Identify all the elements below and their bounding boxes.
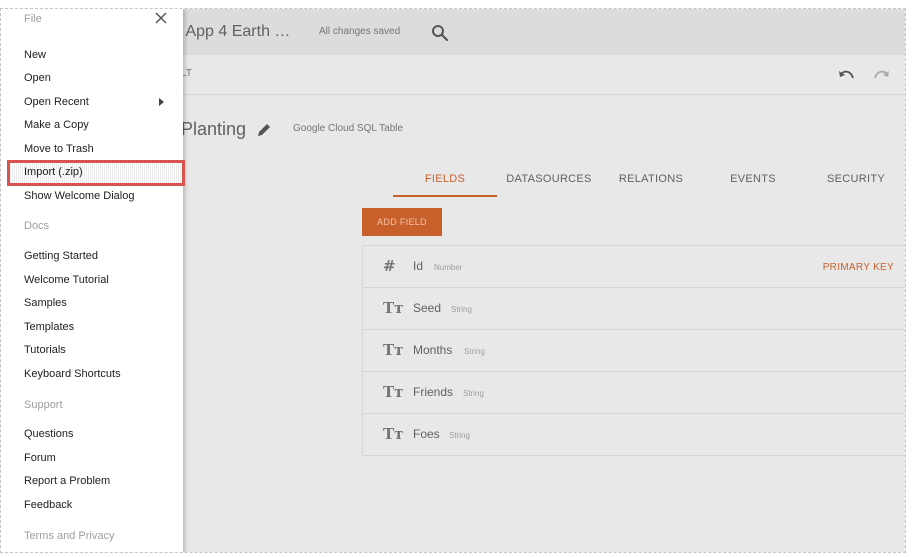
field-row[interactable]: Tт Friends String <box>363 372 905 414</box>
menu-item-import-zip[interactable]: Import (.zip) <box>1 161 183 183</box>
fields-list: # Id Number PRIMARY KEY Tт Seed String T… <box>362 245 905 456</box>
section-label-docs: Docs <box>24 220 50 232</box>
add-field-button[interactable]: ADD FIELD <box>362 208 442 236</box>
field-row[interactable]: # Id Number PRIMARY KEY <box>363 246 905 288</box>
text-type-icon: Tт <box>383 383 404 401</box>
field-type: String <box>451 305 472 314</box>
menu-item-getting-started[interactable]: Getting Started <box>1 245 183 267</box>
tab-relations[interactable]: RELATIONS <box>601 161 701 197</box>
app-title[interactable]: g App 4 Earth … <box>173 23 290 41</box>
section-label-support: Support <box>24 399 63 411</box>
terms-and-privacy-link[interactable]: Terms and Privacy <box>24 530 114 542</box>
text-type-icon: Tт <box>383 341 404 359</box>
file-menu-drawer: File New Open Open Recent Make a Copy Mo… <box>1 9 185 552</box>
field-name: Months <box>413 343 453 357</box>
field-type: String <box>463 389 484 398</box>
menu-item-label: Open Recent <box>24 96 89 108</box>
search-icon[interactable] <box>429 22 451 44</box>
chevron-right-icon <box>159 98 164 106</box>
menu-item-templates[interactable]: Templates <box>1 316 183 338</box>
close-icon[interactable] <box>154 11 168 25</box>
undo-icon[interactable] <box>837 68 855 84</box>
tab-datasources[interactable]: DATASOURCES <box>497 161 601 197</box>
field-name: Friends <box>413 385 454 399</box>
menu-item-forum[interactable]: Forum <box>1 447 183 469</box>
menu-item-make-copy[interactable]: Make a Copy <box>1 114 183 136</box>
model-title: Planting <box>181 119 247 139</box>
text-type-icon: Tт <box>383 425 404 443</box>
menu-item-keyboard-shortcuts[interactable]: Keyboard Shortcuts <box>1 363 183 385</box>
redo-icon[interactable] <box>873 68 891 84</box>
field-name: Id <box>413 259 424 273</box>
field-row[interactable]: Tт Months String <box>363 330 905 372</box>
menu-item-report-problem[interactable]: Report a Problem <box>1 470 183 492</box>
field-row[interactable]: Tт Foes String <box>363 414 905 456</box>
field-type: String <box>449 431 470 440</box>
tab-security[interactable]: SECURITY <box>805 161 905 197</box>
field-row[interactable]: Tт Seed String <box>363 288 905 330</box>
tab-fields[interactable]: FIELDS <box>393 161 497 197</box>
menu-item-welcome-tutorial[interactable]: Welcome Tutorial <box>1 269 183 291</box>
menu-item-tutorials[interactable]: Tutorials <box>1 339 183 361</box>
menu-item-questions[interactable]: Questions <box>1 423 183 445</box>
menu-item-feedback[interactable]: Feedback <box>1 494 183 516</box>
field-type: String <box>464 347 485 356</box>
tab-events[interactable]: EVENTS <box>701 161 805 197</box>
pencil-icon[interactable] <box>256 122 272 138</box>
menu-item-open-recent[interactable]: Open Recent <box>1 91 183 113</box>
field-type: Number <box>434 263 463 272</box>
model-tabs: FIELDS DATASOURCES RELATIONS EVENTS SECU… <box>393 161 905 197</box>
drawer-title: File <box>24 13 42 25</box>
menu-item-new[interactable]: New <box>1 44 183 66</box>
menu-item-show-welcome[interactable]: Show Welcome Dialog <box>1 185 183 207</box>
menu-item-open[interactable]: Open <box>1 67 183 89</box>
save-status: All changes saved <box>319 26 401 37</box>
menu-item-move-to-trash[interactable]: Move to Trash <box>1 138 183 160</box>
menu-item-samples[interactable]: Samples <box>1 292 183 314</box>
text-type-icon: Tт <box>383 299 404 317</box>
field-name: Seed <box>413 301 442 315</box>
field-name: Foes <box>413 427 440 441</box>
primary-key-badge: PRIMARY KEY <box>822 262 894 273</box>
model-type-label: Google Cloud SQL Table <box>293 123 404 134</box>
screenshot-frame: g App 4 Earth … All changes saved LT Pla… <box>0 8 906 553</box>
number-icon: # <box>383 257 396 275</box>
